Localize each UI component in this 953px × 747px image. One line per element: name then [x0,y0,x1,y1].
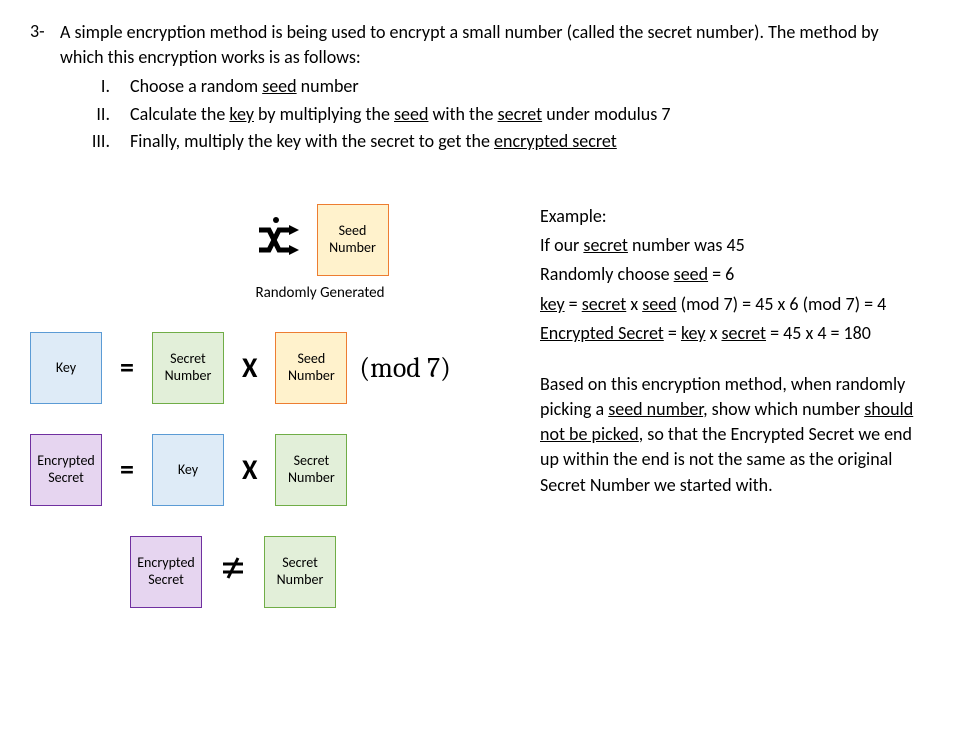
question-number: 3- [30,20,60,42]
step-text: Choose a random seed number [130,74,359,99]
key-equation-row: Key = Secret Number X Seed Number (mod 7… [30,332,500,404]
step-num: II. [80,102,130,127]
step-num: III. [80,129,130,154]
times-sign: X [224,350,275,385]
example-line-3: key = secret x seed (mod 7) = 45 x 6 (mo… [540,292,923,317]
not-equals-sign [202,554,264,589]
example-line-1: If our secret number was 45 [540,233,923,258]
question-header: 3- A simple encryption method is being u… [30,20,923,70]
step-text: Finally, multiply the key with the secre… [130,129,617,154]
secret-box: Secret Number [264,536,336,608]
encrypted-box: Encrypted Secret [130,536,202,608]
times-sign: X [224,452,275,487]
example-title: Example: [540,204,923,229]
neq-icon [220,555,246,581]
encrypted-equation-row: Encrypted Secret = Key X Secret Number [30,434,500,506]
step-num: I. [80,74,130,99]
key-box: Key [30,332,102,404]
step-text: Calculate the key by multiplying the see… [130,102,670,127]
key-box: Key [152,434,224,506]
step-3: III. Finally, multiply the key with the … [80,129,923,154]
content-area: Seed Number Randomly Generated Key = Sec… [30,204,923,638]
mod-text: (mod 7) [347,352,450,384]
seed-box: Seed Number [275,332,347,404]
random-icon [252,212,307,267]
question-intro: A simple encryption method is being used… [60,20,923,70]
encrypted-box: Encrypted Secret [30,434,102,506]
diagram-column: Seed Number Randomly Generated Key = Sec… [30,204,500,638]
example-line-2: Randomly choose seed = 6 [540,262,923,287]
secret-box: Secret Number [152,332,224,404]
secret-box: Secret Number [275,434,347,506]
steps-list: I. Choose a random seed number II. Calcu… [80,74,923,154]
equals-sign: = [102,350,152,385]
inequality-row: Encrypted Secret Secret Number [130,536,500,608]
example-line-4: Encrypted Secret = key x secret = 45 x 4… [540,321,923,346]
task-paragraph: Based on this encryption method, when ra… [540,372,923,498]
text-column: Example: If our secret number was 45 Ran… [540,204,923,638]
step-2: II. Calculate the key by multiplying the… [80,102,923,127]
step-1: I. Choose a random seed number [80,74,923,99]
seed-generation-row: Seed Number Randomly Generated [140,204,500,302]
equals-sign: = [102,452,152,487]
seed-box: Seed Number [317,204,389,276]
random-label: Randomly Generated [255,284,384,302]
